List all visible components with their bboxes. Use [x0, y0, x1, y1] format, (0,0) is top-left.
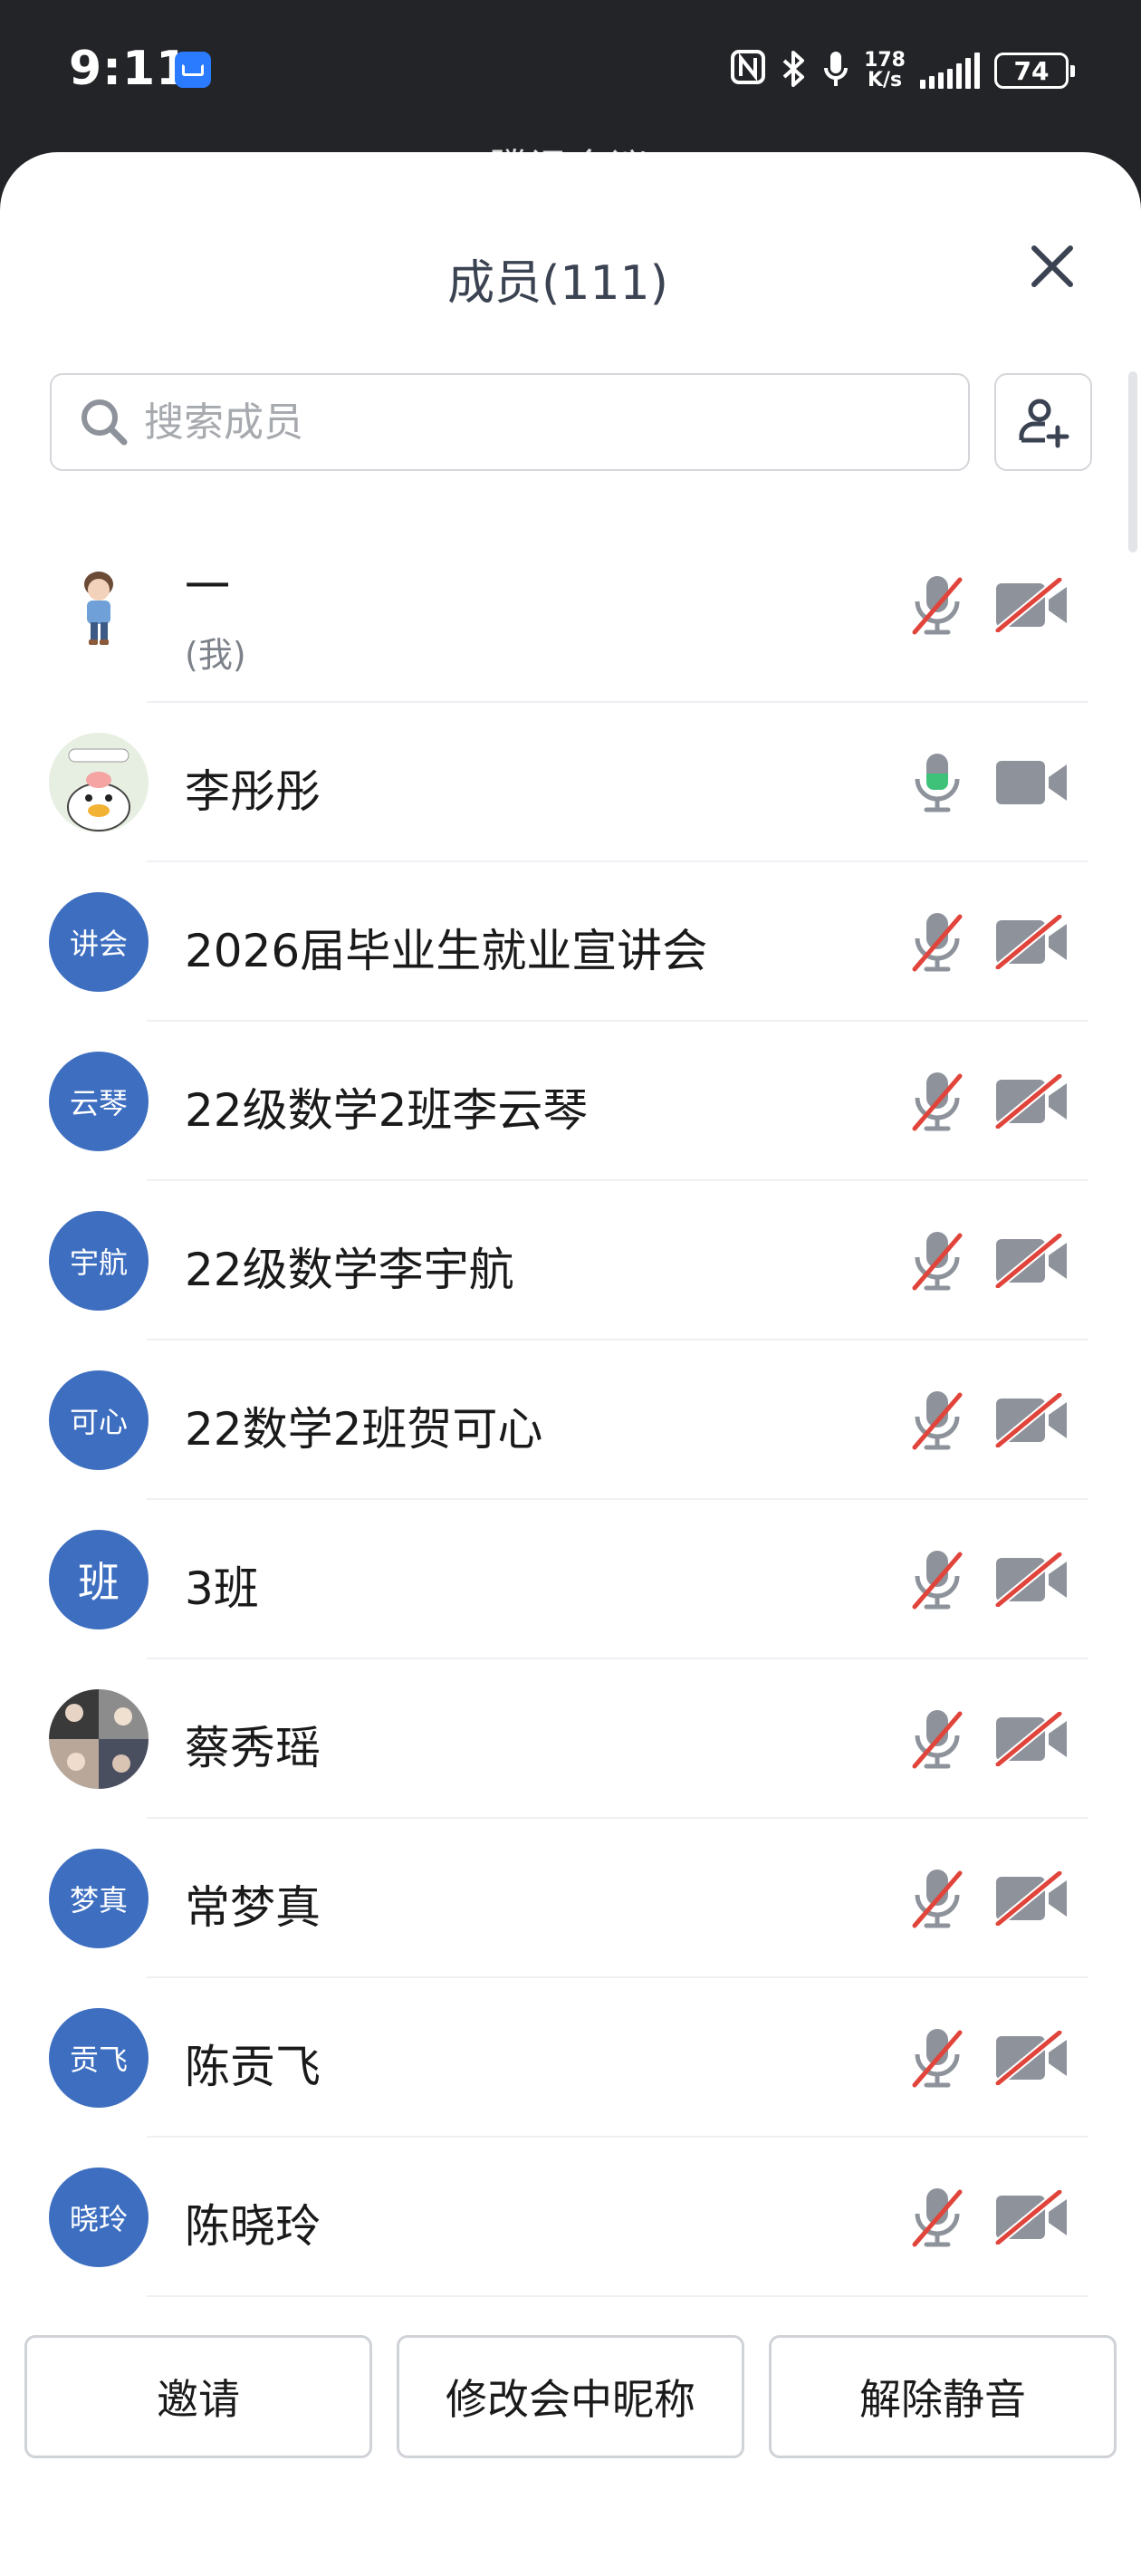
- cellular-signal-icon: [920, 53, 980, 89]
- member-name: 一: [185, 561, 230, 613]
- member-avatar: 云琴: [49, 1052, 149, 1151]
- close-button[interactable]: [1025, 239, 1079, 293]
- member-name: 蔡秀瑶: [185, 1722, 321, 1774]
- member-avatar: [49, 555, 149, 655]
- member-row[interactable]: 李彤彤: [0, 703, 1141, 862]
- mic-muted-icon[interactable]: [907, 1866, 967, 1931]
- status-icons: 178 K/s 74: [730, 43, 1075, 98]
- camera-off-icon[interactable]: [994, 1870, 1069, 1927]
- camera-off-icon[interactable]: [994, 1551, 1069, 1609]
- member-row[interactable]: 贡飞 陈贡飞: [0, 1978, 1141, 2138]
- member-row[interactable]: 晓玲 陈晓玲: [0, 2138, 1141, 2297]
- mic-muted-icon[interactable]: [907, 1547, 967, 1612]
- member-row[interactable]: 宇航 22级数学李宇航: [0, 1181, 1141, 1341]
- member-avatar: 班: [49, 1530, 149, 1629]
- member-avatar: 讲会: [49, 892, 149, 992]
- member-row[interactable]: 云琴 22级数学2班李云琴: [0, 1022, 1141, 1181]
- mic-muted-icon[interactable]: [907, 572, 967, 638]
- member-row[interactable]: 一 (我): [0, 525, 1141, 703]
- search-box[interactable]: [50, 373, 970, 471]
- network-speed-value: 178: [864, 49, 906, 72]
- camera-off-icon[interactable]: [994, 1232, 1069, 1290]
- member-avatar: 贡飞: [49, 2008, 149, 2108]
- mic-muted-icon[interactable]: [907, 909, 967, 975]
- member-list: 一 (我) 李彤彤讲会 2026届毕业生就业宣讲会云琴 22级数学2班李云琴宇航 22级数…: [0, 525, 1141, 2297]
- status-time: 9:11: [69, 42, 190, 96]
- member-name: 22级数学李宇航: [185, 1244, 514, 1296]
- search-input[interactable]: [142, 398, 943, 447]
- camera-off-icon[interactable]: [994, 1072, 1069, 1130]
- add-member-button[interactable]: [994, 373, 1092, 471]
- sheet-title: 成员(111): [447, 256, 668, 311]
- search-icon: [82, 399, 128, 446]
- microphone-status-icon: [822, 50, 849, 91]
- camera-off-icon[interactable]: [994, 576, 1069, 634]
- mic-muted-icon[interactable]: [907, 1706, 967, 1772]
- nfc-icon: [730, 49, 766, 93]
- member-avatar: 梦真: [49, 1849, 149, 1948]
- member-row[interactable]: 蔡秀瑶: [0, 1659, 1141, 1819]
- mic-muted-icon[interactable]: [907, 1228, 967, 1293]
- member-avatar: 宇航: [49, 1211, 149, 1311]
- member-avatar: [49, 1689, 149, 1789]
- camera-off-icon[interactable]: [994, 2029, 1069, 2087]
- network-speed: 178 K/s: [864, 51, 906, 91]
- member-name: 陈贡飞: [185, 2041, 321, 2093]
- status-bar: 9:11 178 K/s 74 腾讯会议: [0, 0, 1141, 192]
- member-row[interactable]: 可心 22数学2班贺可心: [0, 1341, 1141, 1500]
- invite-button[interactable]: 邀请: [24, 2335, 372, 2458]
- mic-muted-icon[interactable]: [907, 2025, 967, 2091]
- row-divider: [147, 2295, 1088, 2297]
- member-row[interactable]: 讲会 2026届毕业生就业宣讲会: [0, 862, 1141, 1022]
- camera-off-icon[interactable]: [994, 913, 1069, 971]
- camera-off-icon[interactable]: [994, 1710, 1069, 1768]
- rename-nickname-button[interactable]: 修改会中昵称: [397, 2335, 744, 2458]
- bluetooth-icon: [781, 50, 808, 91]
- camera-off-icon[interactable]: [994, 1391, 1069, 1449]
- member-self-tag: (我): [185, 635, 246, 675]
- camera-off-icon[interactable]: [994, 2188, 1069, 2246]
- member-avatar: 晓玲: [49, 2167, 149, 2267]
- member-row[interactable]: 班 3班: [0, 1500, 1141, 1659]
- member-row[interactable]: 梦真 常梦真: [0, 1819, 1141, 1978]
- close-icon: [1031, 245, 1073, 287]
- members-sheet: 成员(111) 一 (我) 李彤彤讲会 2026届毕业生就业宣讲会云琴 22级数学2班李…: [0, 152, 1141, 2576]
- network-speed-unit: K/s: [867, 69, 903, 91]
- member-avatar: [49, 733, 149, 832]
- member-name: 常梦真: [185, 1881, 321, 1934]
- member-name: 22级数学2班李云琴: [185, 1084, 589, 1137]
- mic-muted-icon[interactable]: [907, 2185, 967, 2250]
- unmute-button[interactable]: 解除静音: [769, 2335, 1117, 2458]
- battery-indicator: 74: [994, 53, 1075, 89]
- mic-on-icon[interactable]: [907, 750, 967, 815]
- meeting-app-icon: [175, 52, 211, 88]
- add-person-icon: [1019, 399, 1069, 448]
- camera-on-icon[interactable]: [994, 755, 1069, 810]
- mic-muted-icon[interactable]: [907, 1388, 967, 1453]
- member-name: 李彤彤: [185, 765, 321, 818]
- member-name: 3班: [185, 1562, 259, 1615]
- member-name: 22数学2班贺可心: [185, 1403, 543, 1456]
- member-name: 2026届毕业生就业宣讲会: [185, 925, 708, 977]
- member-name: 陈晓玲: [185, 2200, 321, 2253]
- mic-muted-icon[interactable]: [907, 1069, 967, 1134]
- member-avatar: 可心: [49, 1370, 149, 1470]
